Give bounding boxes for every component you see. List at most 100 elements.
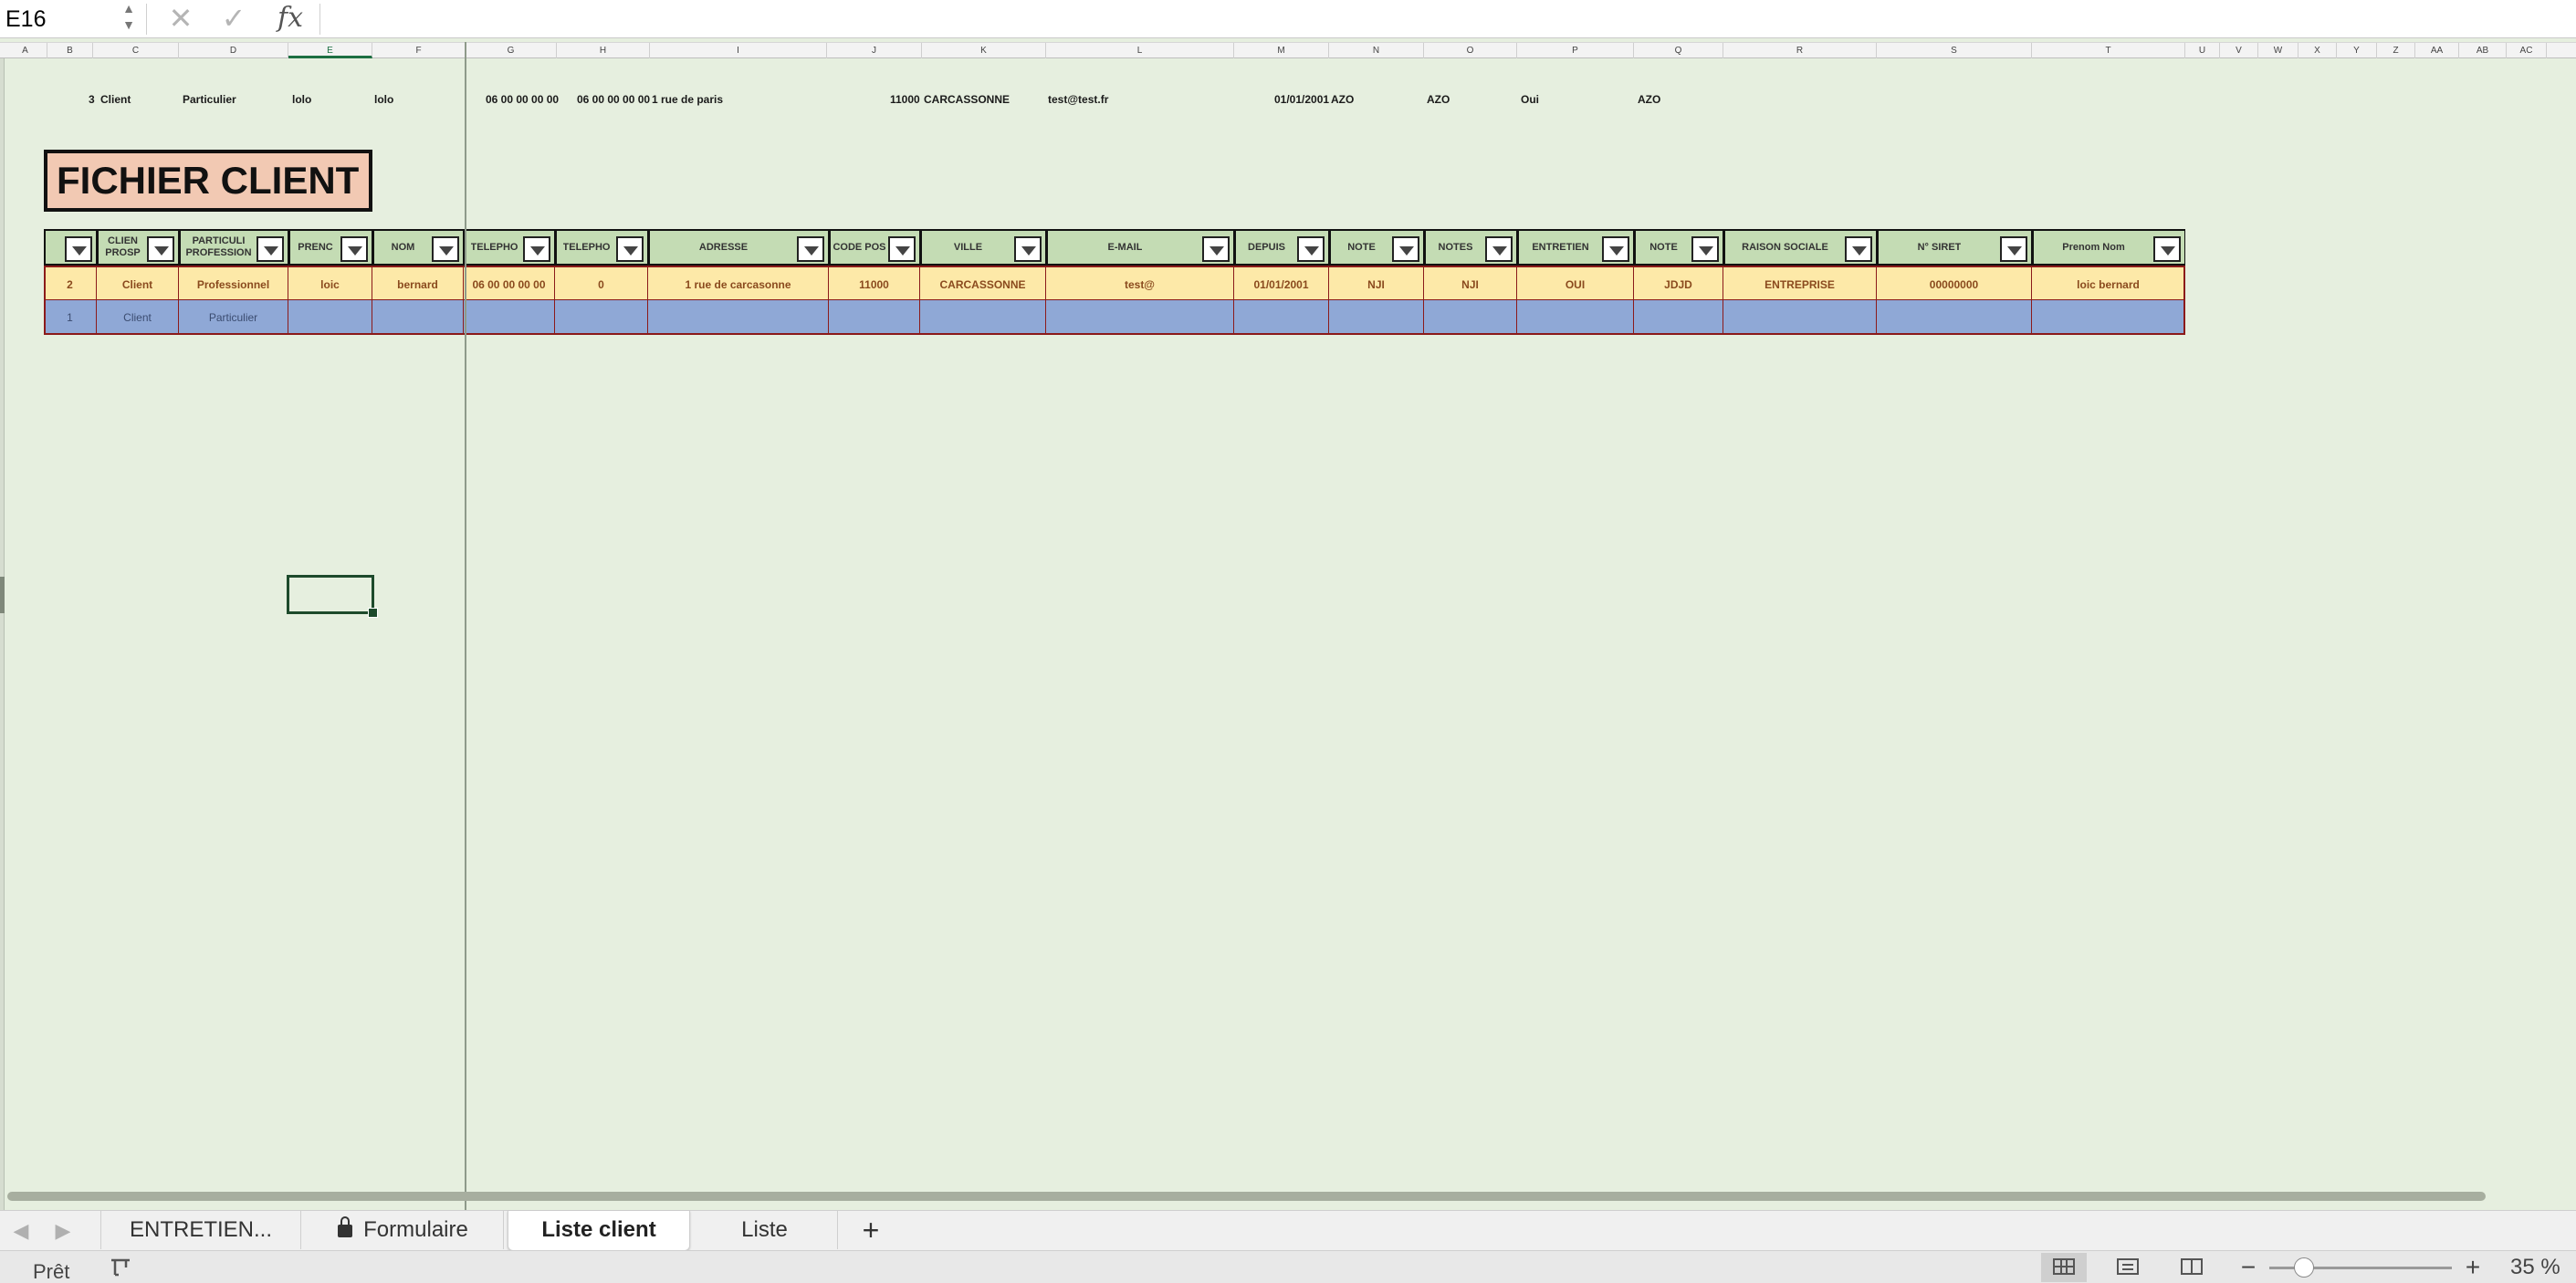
formula-input[interactable]	[329, 0, 2565, 38]
table-cell[interactable]	[1329, 300, 1424, 335]
table-cell[interactable]: loic	[288, 267, 372, 302]
table-cell[interactable]: Professionnel	[179, 267, 288, 302]
table-cell[interactable]	[1877, 300, 2032, 335]
cell-k[interactable]: CARCASSONNE	[924, 93, 1010, 106]
column-header-r[interactable]: R	[1723, 43, 1877, 58]
cell-c[interactable]: Client	[100, 93, 131, 106]
selected-cell[interactable]	[287, 575, 378, 618]
table-cell[interactable]: 2	[44, 267, 97, 302]
table-cell[interactable]	[1634, 300, 1723, 335]
cell-i[interactable]: 1 rue de paris	[652, 93, 723, 106]
column-header-g[interactable]: G	[466, 43, 557, 58]
tab-formulaire[interactable]: Formulaire	[303, 1211, 504, 1249]
table-cell[interactable]: CARCASSONNE	[920, 267, 1046, 302]
column-header-ac[interactable]: AC	[2507, 43, 2547, 58]
table-cell[interactable]	[648, 300, 829, 335]
add-sheet-button[interactable]: +	[842, 1211, 900, 1249]
column-header-n[interactable]: N	[1329, 43, 1424, 58]
filter-dropdown-icon[interactable]	[65, 236, 92, 262]
filter-dropdown-icon[interactable]	[340, 236, 368, 262]
column-header-aa[interactable]: AA	[2415, 43, 2459, 58]
column-header-m[interactable]: M	[1234, 43, 1329, 58]
header-cell[interactable]: N° SIRET	[1877, 229, 2032, 266]
table-cell[interactable]	[555, 300, 648, 335]
table-cell[interactable]	[829, 300, 920, 335]
next-sheet-icon[interactable]: ▶	[49, 1211, 77, 1251]
filter-dropdown-icon[interactable]	[523, 236, 550, 262]
header-cell[interactable]: DEPUIS	[1234, 229, 1329, 266]
column-header-s[interactable]: S	[1877, 43, 2032, 58]
column-header-o[interactable]: O	[1424, 43, 1517, 58]
filter-dropdown-icon[interactable]	[1845, 236, 1872, 262]
table-cell[interactable]: Client	[97, 267, 179, 302]
table-cell[interactable]	[920, 300, 1046, 335]
column-header-a[interactable]: A	[4, 43, 47, 58]
filter-dropdown-icon[interactable]	[888, 236, 916, 262]
filter-dropdown-icon[interactable]	[1602, 236, 1629, 262]
name-box-arrows-icon[interactable]: ▲ ▼	[119, 0, 139, 37]
table-cell[interactable]: 01/01/2001	[1234, 267, 1329, 302]
table-cell[interactable]: 06 00 00 00 00	[464, 267, 555, 302]
column-header-b[interactable]: B	[47, 43, 93, 58]
cell-q[interactable]: AZO	[1638, 93, 1660, 106]
filter-dropdown-icon[interactable]	[616, 236, 644, 262]
header-cell[interactable]: TELEPHO	[464, 229, 555, 266]
prev-sheet-icon[interactable]: ◀	[7, 1211, 35, 1251]
table-cell[interactable]: loic bernard	[2032, 267, 2185, 302]
column-header-t[interactable]: T	[2032, 43, 2185, 58]
table-cell[interactable]: NJI	[1329, 267, 1424, 302]
table-cell[interactable]	[1234, 300, 1329, 335]
header-cell[interactable]: Prenom Nom	[2032, 229, 2185, 266]
table-row[interactable]: 2 Client Professionnel loic bernard 06 00 00 …	[44, 266, 2185, 302]
column-header-i[interactable]: I	[650, 43, 827, 58]
filter-dropdown-icon[interactable]	[1485, 236, 1513, 262]
column-header-j[interactable]: J	[827, 43, 922, 58]
table-cell[interactable]	[1723, 300, 1877, 335]
filter-dropdown-icon[interactable]	[147, 236, 174, 262]
macro-record-icon[interactable]	[108, 1257, 133, 1278]
normal-view-button[interactable]	[2041, 1253, 2087, 1282]
cell-p[interactable]: Oui	[1521, 93, 1539, 106]
table-cell[interactable]: 11000	[829, 267, 920, 302]
cell-g[interactable]: 06 00 00 00 00	[486, 93, 559, 106]
filter-dropdown-icon[interactable]	[1202, 236, 1230, 262]
table-cell[interactable]	[372, 300, 464, 335]
table-cell[interactable]: NJI	[1424, 267, 1517, 302]
table-cell[interactable]	[288, 300, 372, 335]
column-header-x[interactable]: X	[2299, 43, 2337, 58]
table-cell[interactable]: 0	[555, 267, 648, 302]
header-cell[interactable]: NOTE	[1634, 229, 1723, 266]
table-cell[interactable]	[1424, 300, 1517, 335]
column-header-h[interactable]: H	[557, 43, 650, 58]
table-cell[interactable]	[1046, 300, 1234, 335]
cell-h[interactable]: 06 00 00 00 00	[577, 93, 650, 106]
tab-liste-client[interactable]: Liste client	[508, 1211, 690, 1251]
table-cell[interactable]: bernard	[372, 267, 464, 302]
page-break-button[interactable]	[2169, 1253, 2215, 1282]
table-cell[interactable]: 1	[44, 300, 97, 335]
table-cell[interactable]: 1 rue de carcasonne	[648, 267, 829, 302]
column-header-e[interactable]: E	[288, 43, 372, 58]
zoom-out-button[interactable]: −	[2235, 1251, 2262, 1283]
filter-dropdown-icon[interactable]	[257, 236, 284, 262]
header-cell[interactable]: NOTES	[1424, 229, 1517, 266]
zoom-level[interactable]: 35 %	[2510, 1255, 2560, 1280]
header-cell[interactable]: CLIEN PROSP	[97, 229, 179, 266]
header-cell[interactable]: ADRESSE	[648, 229, 829, 266]
tab-entretien[interactable]: ENTRETIEN...	[100, 1211, 301, 1249]
table-cell[interactable]	[464, 300, 555, 335]
column-header-q[interactable]: Q	[1634, 43, 1723, 58]
column-header-p[interactable]: P	[1517, 43, 1634, 58]
column-header-w[interactable]: W	[2258, 43, 2299, 58]
filter-dropdown-icon[interactable]	[432, 236, 459, 262]
horizontal-scrollbar[interactable]	[7, 1192, 2486, 1201]
column-header-z[interactable]: Z	[2377, 43, 2415, 58]
filter-dropdown-icon[interactable]	[1014, 236, 1042, 262]
table-cell[interactable]: JDJD	[1634, 267, 1723, 302]
table-row[interactable]: 1 Client Particulier	[44, 300, 2185, 335]
cell-j[interactable]: 11000	[890, 93, 920, 106]
header-cell[interactable]	[44, 229, 97, 266]
filter-dropdown-icon[interactable]	[1392, 236, 1419, 262]
cell-m[interactable]: 01/01/2001	[1274, 93, 1329, 106]
cell-e[interactable]: lolo	[292, 93, 311, 106]
